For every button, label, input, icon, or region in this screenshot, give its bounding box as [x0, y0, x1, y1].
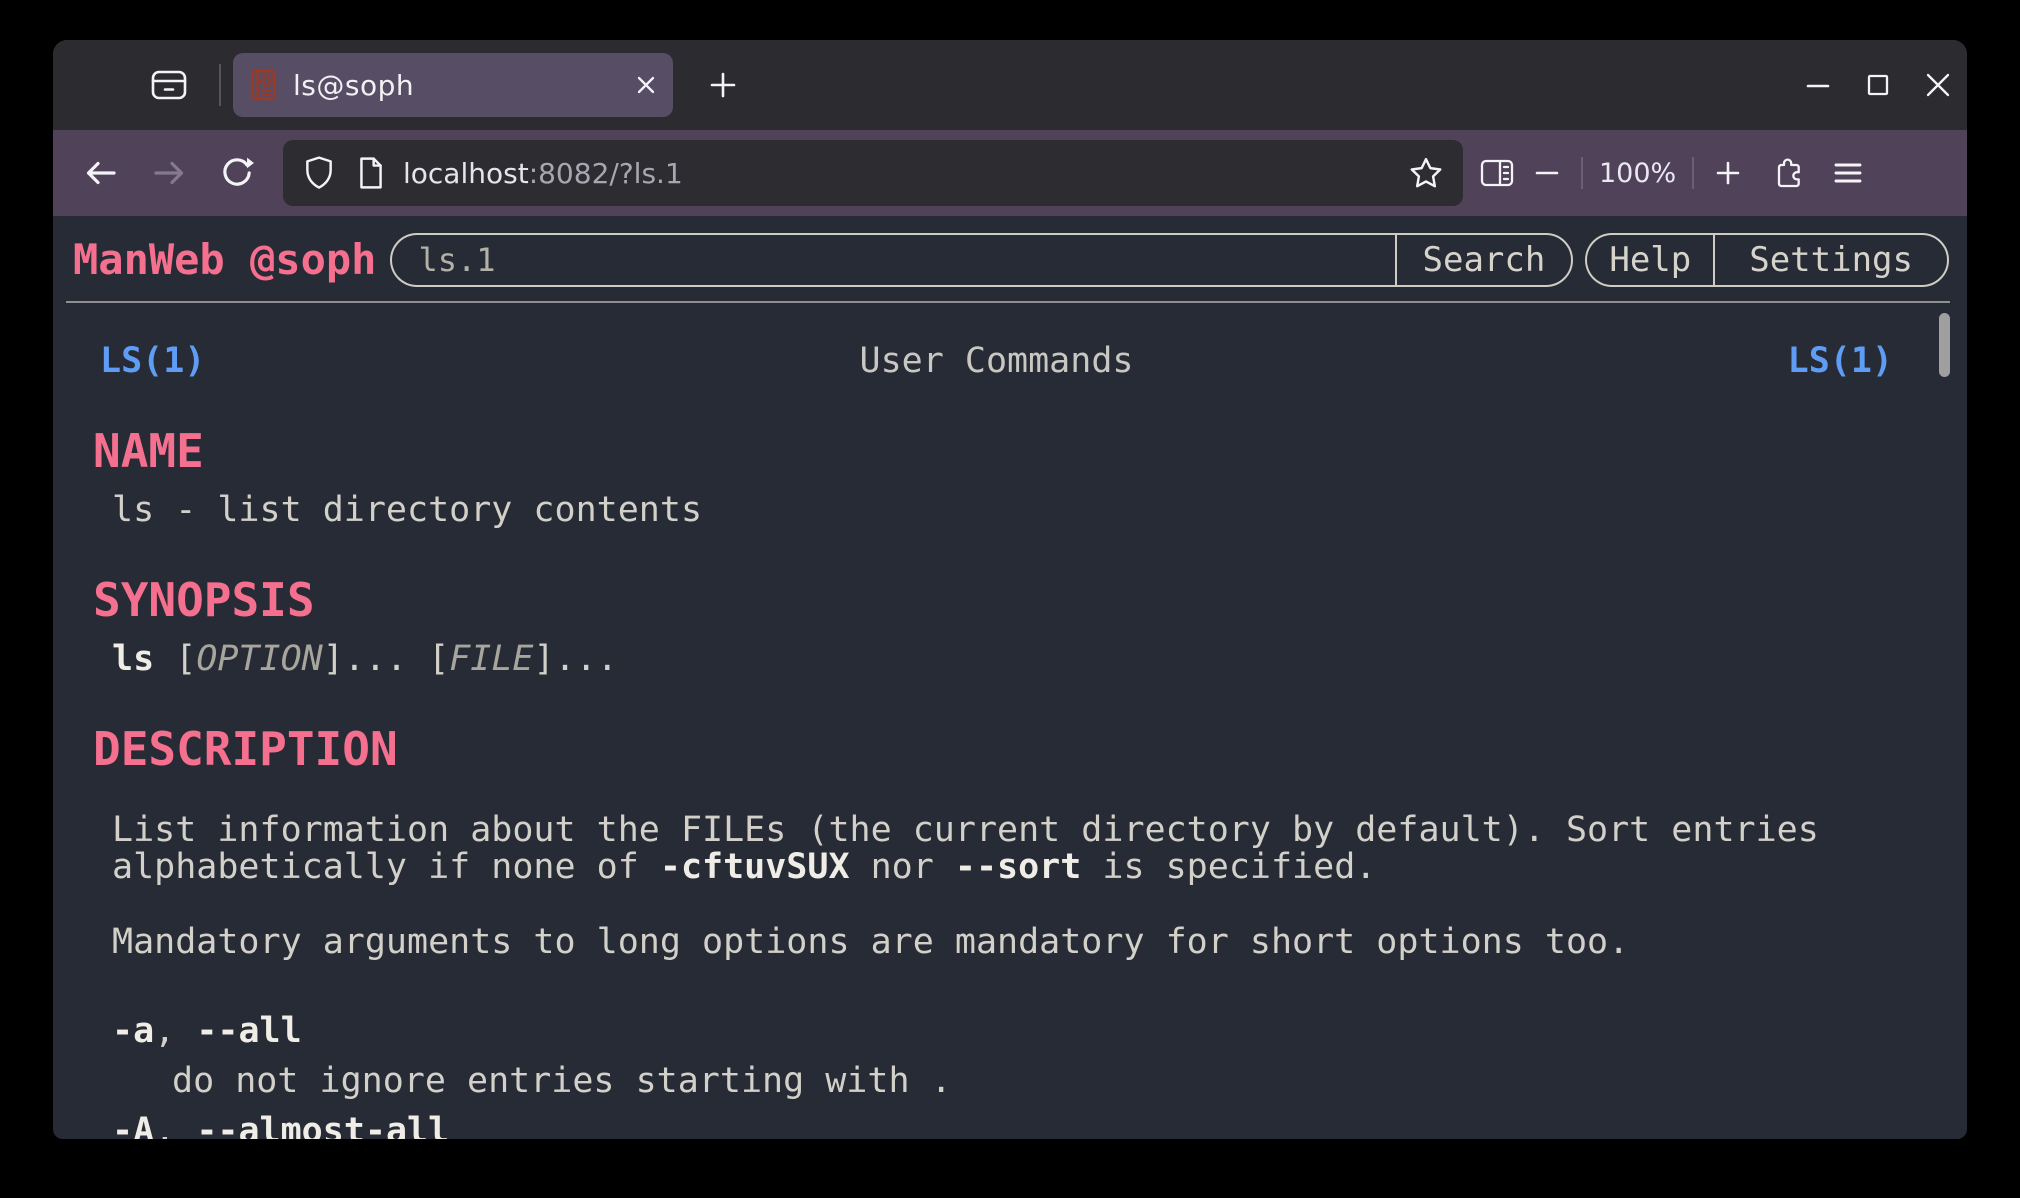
man-page: LS(1) User Commands LS(1) NAME ls - list… [93, 343, 1897, 1139]
window-maximize-icon[interactable] [1865, 72, 1891, 98]
section-heading-description: DESCRIPTION [93, 724, 1897, 774]
tab-separator [219, 64, 221, 106]
url-text: localhost:8082/?ls.1 [403, 157, 1409, 190]
help-settings-group: Help Settings [1585, 233, 1949, 287]
navigation-toolbar: localhost:8082/?ls.1 10 [53, 130, 1967, 216]
tab-bar: ls@soph [53, 40, 1967, 130]
search-group: Search [390, 233, 1573, 287]
scrollbar-thumb[interactable] [1939, 313, 1950, 377]
tab-close-icon[interactable] [635, 74, 657, 96]
option-flags: -A, --almost-all [112, 1113, 1897, 1139]
url-host: localhost [403, 157, 529, 190]
zoom-level[interactable]: 100% [1597, 158, 1678, 189]
help-button[interactable]: Help [1585, 233, 1713, 287]
forward-icon[interactable] [149, 153, 189, 193]
header-divider [66, 301, 1950, 303]
tab-ls-soph[interactable]: ls@soph [233, 53, 673, 117]
option-description: do not ignore entries starting with . [172, 1063, 1897, 1100]
extensions-puzzle-icon[interactable] [1770, 153, 1810, 193]
man-section-title: User Commands [860, 343, 1134, 380]
shield-icon[interactable] [303, 155, 335, 191]
window-close-icon[interactable] [1925, 72, 1951, 98]
browser-window: ls@soph [53, 40, 1967, 1139]
settings-button[interactable]: Settings [1713, 233, 1949, 287]
section-heading-name: NAME [93, 426, 1897, 476]
window-controls [1805, 72, 1951, 98]
firefox-view-icon[interactable] [145, 61, 193, 109]
description-paragraph-2: Mandatory arguments to long options are … [112, 924, 1897, 961]
zoom-out-icon[interactable] [1527, 153, 1567, 193]
man-ref-left: LS(1) [100, 343, 205, 380]
man-title-line: LS(1) User Commands LS(1) [100, 343, 1893, 380]
menu-hamburger-icon[interactable] [1828, 153, 1868, 193]
bookmark-star-icon[interactable] [1409, 156, 1443, 190]
section-heading-synopsis: SYNOPSIS [93, 575, 1897, 625]
option-flags: -a, --all [112, 1013, 1897, 1050]
page-content: ManWeb @soph Search Help Settings LS(1) … [53, 216, 1967, 1139]
page-info-icon[interactable] [357, 156, 385, 190]
url-path: :8082/?ls.1 [529, 157, 683, 190]
name-body: ls - list directory contents [112, 492, 1897, 529]
new-tab-button[interactable] [699, 61, 747, 109]
search-input[interactable] [390, 233, 1394, 287]
toolbar-divider [1581, 157, 1583, 189]
sidebar-icon[interactable] [1477, 153, 1517, 193]
man-ref-right: LS(1) [1788, 343, 1893, 380]
tab-title: ls@soph [293, 69, 635, 102]
synopsis-body: ls [OPTION]... [FILE]... [112, 641, 1897, 678]
search-button[interactable]: Search [1395, 233, 1574, 287]
zoom-in-icon[interactable] [1708, 153, 1748, 193]
manpage-book-icon [249, 69, 279, 101]
site-brand: ManWeb @soph [73, 232, 376, 288]
url-bar[interactable]: localhost:8082/?ls.1 [283, 140, 1463, 206]
back-icon[interactable] [81, 153, 121, 193]
manweb-header: ManWeb @soph Search Help Settings [73, 232, 1949, 288]
toolbar-divider [1692, 157, 1694, 189]
toolbar-right-cluster: 100% [1477, 153, 1868, 193]
description-paragraph-1: List information about the FILEs (the cu… [112, 812, 1897, 886]
window-minimize-icon[interactable] [1805, 72, 1831, 98]
reload-icon[interactable] [217, 153, 257, 193]
